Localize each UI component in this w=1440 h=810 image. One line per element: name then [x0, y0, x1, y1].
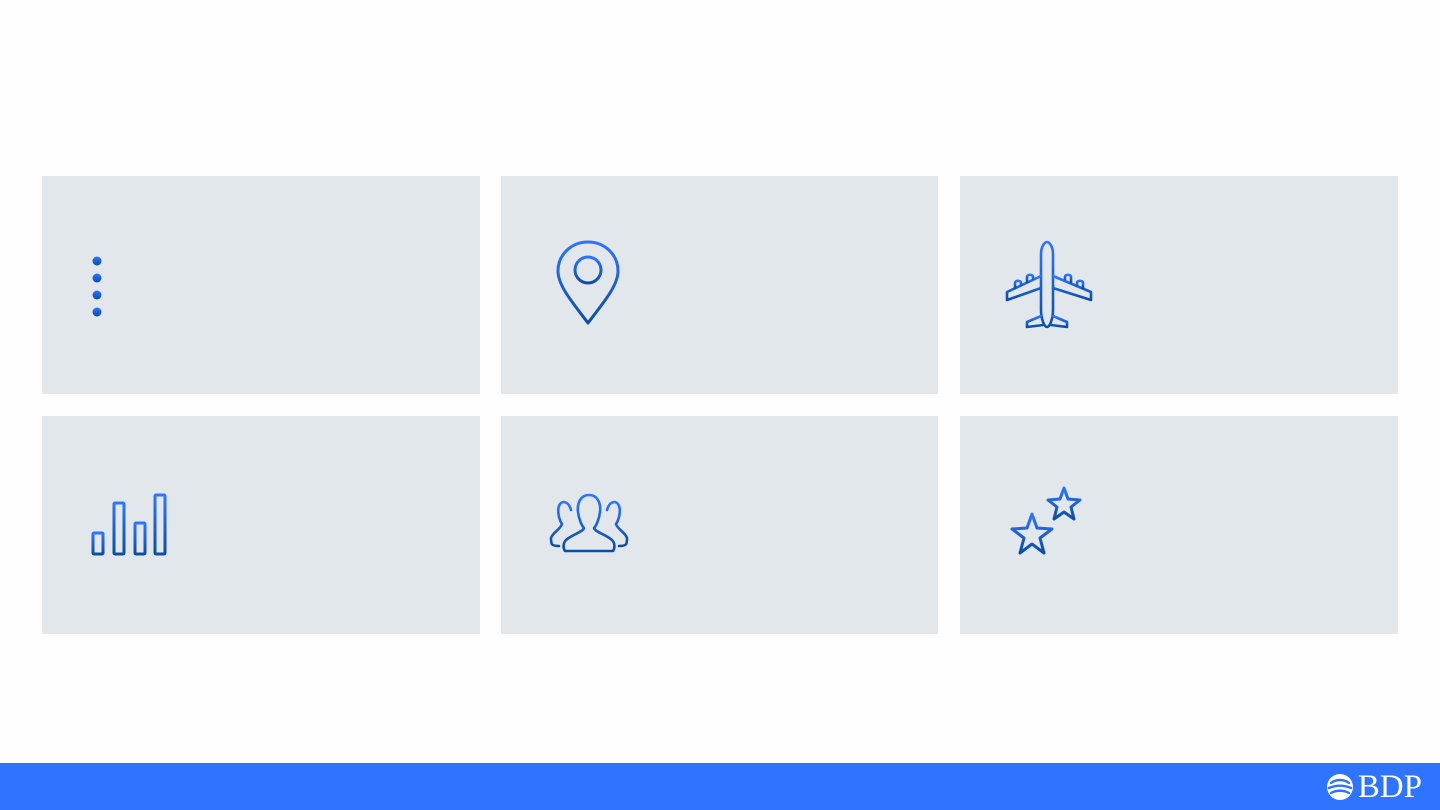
- card-bar-chart: [42, 416, 480, 634]
- card-people: [501, 416, 938, 634]
- card-stars: [960, 416, 1398, 634]
- airplane-icon: [1005, 240, 1093, 329]
- footer-bar: BDP: [0, 763, 1440, 810]
- card-airplane: [960, 176, 1398, 394]
- people-group-icon: [549, 493, 629, 553]
- location-pin-icon: [556, 240, 620, 325]
- bar-chart-icon: [91, 493, 167, 556]
- list-icon: [92, 256, 169, 317]
- stars-icon: [1010, 486, 1082, 555]
- card-location: [501, 176, 938, 394]
- logo-text: BDP: [1357, 769, 1422, 805]
- bdp-globe-icon: [1326, 774, 1353, 800]
- card-list: [42, 176, 480, 394]
- bdp-logo[interactable]: BDP: [1326, 769, 1422, 805]
- slide: BDP: [0, 0, 1440, 810]
